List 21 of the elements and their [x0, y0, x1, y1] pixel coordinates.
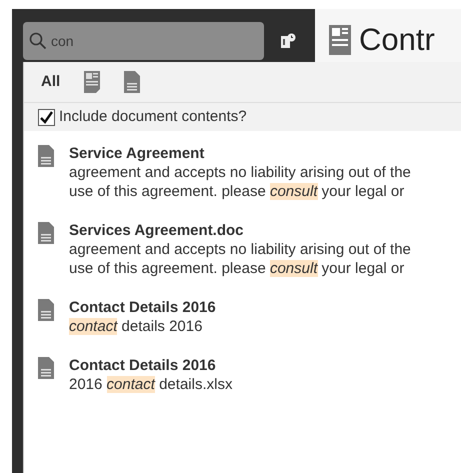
checkbox[interactable]	[38, 108, 55, 126]
result-title[interactable]: Services Agreement.doc	[69, 222, 431, 240]
layout-document-icon[interactable]	[84, 71, 100, 93]
document-icon	[38, 299, 54, 321]
search-icon	[29, 32, 47, 50]
page-title: Contr	[359, 21, 435, 58]
document-icon	[329, 25, 351, 55]
all-filter[interactable]: All	[41, 70, 60, 94]
result-snippet: agreement and accepts no liability arising out of the use of this agreement. please consult your legal or	[69, 163, 412, 201]
result-title[interactable]: Contact Details 2016	[69, 357, 232, 375]
checkbox-label: Include document contents?	[59, 106, 247, 127]
result-snippet: agreement and accepts no liability arising out of the use of this agreement. please consult your legal or	[69, 240, 412, 278]
document-icon	[38, 222, 54, 244]
result-snippet: 2016 contact details.xlsx	[69, 375, 232, 394]
result-title[interactable]: Contact Details 2016	[69, 299, 216, 317]
result-snippet: contact details 2016	[69, 317, 204, 336]
recent-documents-icon[interactable]	[280, 33, 296, 49]
result-title[interactable]: Service Agreement	[69, 145, 431, 163]
document-icon	[38, 145, 54, 167]
document-filter-icon[interactable]	[124, 71, 140, 93]
document-icon	[38, 357, 54, 379]
